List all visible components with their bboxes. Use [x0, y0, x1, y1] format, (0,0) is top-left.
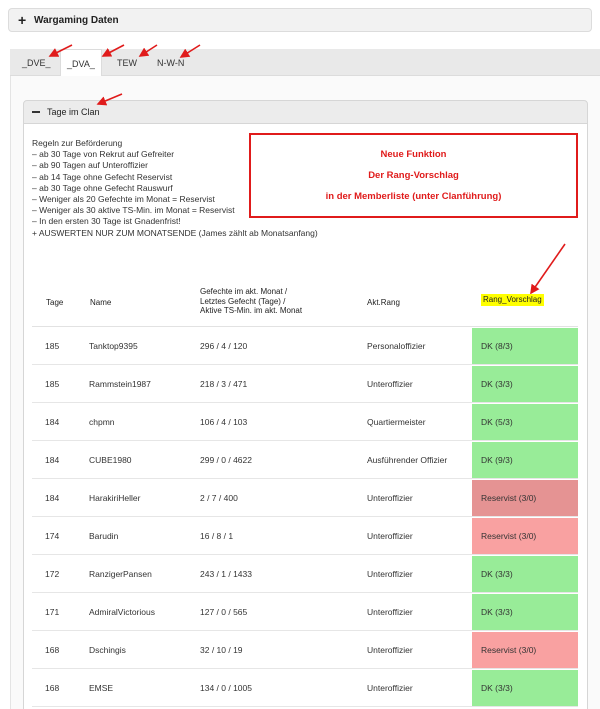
column-header-gefechte-line: Letztes Gefecht (Tage) / [200, 296, 286, 306]
cell-akt-rang: Unteroffizier [367, 569, 413, 579]
cell-name: chpmn [89, 417, 115, 427]
rule-line: – In den ersten 30 Tage ist Gnadenfrist! [32, 216, 181, 227]
column-header-gefechte-line: Aktive TS-Min. im akt. Monat [200, 306, 303, 315]
rule-line: + AUSWERTEN NUR ZUM MONATSENDE (James zä… [32, 227, 318, 238]
cell-akt-rang: Personaloffizier [367, 341, 426, 351]
cell-name: Dschingis [89, 645, 126, 655]
cell-tage: 168 [45, 683, 60, 693]
callout-line: Neue Funktion [380, 149, 447, 160]
table-row: 172 RanzigerPansen 243 / 1 / 1433 Untero… [32, 555, 578, 593]
table-row: 174 Barudin 16 / 8 / 1 Unteroffizier Res… [32, 517, 578, 555]
cell-gefechte: 127 / 0 / 565 [200, 607, 248, 617]
section-title: Wargaming Daten [34, 14, 119, 26]
new-feature-callout: Neue Funktion Der Rang-Vorschlag in der … [249, 133, 578, 218]
column-header-name: Name [90, 298, 112, 307]
subsection-title: Tage im Clan [47, 107, 100, 117]
tab-dve[interactable]: _DVE_ [16, 49, 57, 76]
cell-rang-vorschlag: Reservist (3/0) [472, 518, 578, 554]
cell-akt-rang: Unteroffizier [367, 607, 413, 617]
cell-name: AdmiralVictorious [89, 607, 155, 617]
cell-rang-vorschlag: DK (3/3) [472, 670, 578, 706]
cell-gefechte: 243 / 1 / 1433 [200, 569, 252, 579]
cell-rang-vorschlag: Reservist (3/0) [472, 480, 578, 516]
cell-gefechte: 106 / 4 / 103 [200, 417, 248, 427]
cell-name: Tanktop9395 [89, 341, 138, 351]
cell-akt-rang: Ausführender Offizier [367, 455, 448, 465]
column-header-gefechte: Gefechte im akt. Monat / Letztes Gefecht… [200, 287, 340, 316]
cell-rang-vorschlag: DK (9/3) [472, 442, 578, 478]
table-row: 184 CUBE1980 299 / 0 / 4622 Ausführender… [32, 441, 578, 479]
cell-gefechte: 32 / 10 / 19 [200, 645, 243, 655]
table-row: 168 EMSE 134 / 0 / 1005 Unteroffizier DK… [32, 669, 578, 707]
cell-akt-rang: Unteroffizier [367, 493, 413, 503]
tab-n-w-n[interactable]: N-W-N [151, 49, 190, 76]
cell-rang-vorschlag: DK (3/3) [472, 594, 578, 630]
cell-tage: 172 [45, 569, 60, 579]
cell-akt-rang: Quartiermeister [367, 417, 426, 427]
table-row: 185 Tanktop9395 296 / 4 / 120 Personalof… [32, 327, 578, 365]
cell-rang-vorschlag: DK (3/3) [472, 556, 578, 592]
cell-tage: 185 [45, 341, 60, 351]
cell-akt-rang: Unteroffizier [367, 645, 413, 655]
wargaming-daten-header[interactable]: + Wargaming Daten [8, 8, 592, 32]
cell-gefechte: 16 / 8 / 1 [200, 531, 234, 541]
cell-name: HarakiriHeller [89, 493, 141, 503]
tage-im-clan-header[interactable]: Tage im Clan [23, 100, 588, 124]
callout-line: Der Rang-Vorschlag [368, 170, 459, 181]
cell-tage: 184 [45, 417, 60, 427]
table-row: 184 HarakiriHeller 2 / 7 / 400 Unteroffi… [32, 479, 578, 517]
cell-name: CUBE1980 [89, 455, 132, 465]
cell-rang-vorschlag: Reservist (3/0) [472, 632, 578, 668]
cell-tage: 185 [45, 379, 60, 389]
minus-icon[interactable] [32, 111, 40, 113]
cell-gefechte: 299 / 0 / 4622 [200, 455, 252, 465]
cell-gefechte: 134 / 0 / 1005 [200, 683, 252, 693]
cell-akt-rang: Unteroffizier [367, 531, 413, 541]
plus-icon[interactable]: + [18, 13, 30, 27]
tab-tew[interactable]: TEW [111, 49, 143, 76]
table-row: 168 Dschingis 32 / 10 / 19 Unteroffizier… [32, 631, 578, 669]
cell-name: EMSE [89, 683, 114, 693]
cell-rang-vorschlag: DK (5/3) [472, 404, 578, 440]
column-header-tage: Tage [46, 298, 64, 307]
cell-gefechte: 218 / 3 / 471 [200, 379, 248, 389]
cell-name: RanzigerPansen [89, 569, 152, 579]
tab-dva[interactable]: _DVA_ [60, 49, 102, 77]
cell-akt-rang: Unteroffizier [367, 379, 413, 389]
cell-gefechte: 2 / 7 / 400 [200, 493, 238, 503]
cell-tage: 171 [45, 607, 60, 617]
table-row: 184 chpmn 106 / 4 / 103 Quartiermeister … [32, 403, 578, 441]
cell-tage: 174 [45, 531, 60, 541]
table-row: 171 AdmiralVictorious 127 / 0 / 565 Unte… [32, 593, 578, 631]
column-header-akt-rang: Akt.Rang [367, 298, 400, 307]
cell-tage: 184 [45, 455, 60, 465]
cell-gefechte: 296 / 4 / 120 [200, 341, 248, 351]
cell-name: Rammstein1987 [89, 379, 151, 389]
column-header-gefechte-line: Gefechte im akt. Monat / [200, 287, 288, 296]
table-row: 185 Rammstein1987 218 / 3 / 471 Unteroff… [32, 365, 578, 403]
cell-tage: 168 [45, 645, 60, 655]
callout-line: in der Memberliste (unter Clanführung) [325, 191, 502, 202]
cell-rang-vorschlag: DK (8/3) [472, 328, 578, 364]
cell-tage: 184 [45, 493, 60, 503]
cell-akt-rang: Unteroffizier [367, 683, 413, 693]
clan-tabs: _DVE_ _DVA_ TEW N-W-N [10, 49, 600, 77]
cell-rang-vorschlag: DK (3/3) [472, 366, 578, 402]
cell-name: Barudin [89, 531, 119, 541]
column-header-rang-vorschlag: Rang_Vorschlag [481, 294, 544, 306]
